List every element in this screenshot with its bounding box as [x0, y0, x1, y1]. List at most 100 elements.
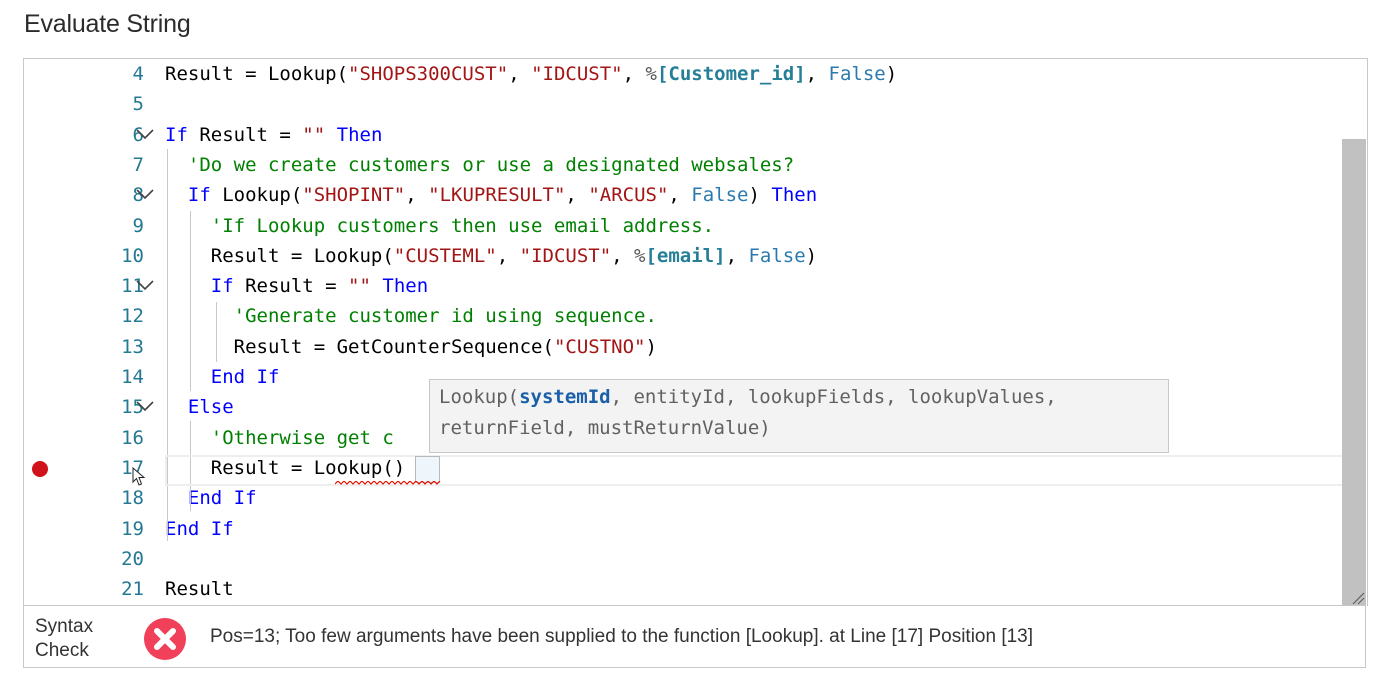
code-line[interactable]: 19 End If: [24, 514, 1367, 544]
code-text[interactable]: Result = Lookup("CUSTEML", "IDCUST", %[e…: [165, 241, 817, 271]
code-token: [Customer_id]: [656, 63, 806, 85]
code-token: Else: [187, 396, 234, 419]
code-text[interactable]: 'If Lookup customers then use email addr…: [165, 211, 714, 241]
code-line[interactable]: 18 End If: [24, 483, 1367, 513]
code-line[interactable]: 21 Result: [24, 574, 1367, 604]
code-token: Result =: [187, 123, 303, 146]
line-number[interactable]: 9: [84, 211, 144, 241]
indent-guide: [190, 211, 191, 391]
code-token: ,: [668, 184, 692, 207]
line-number[interactable]: 14: [84, 362, 144, 392]
code-token: "": [302, 123, 326, 146]
line-number[interactable]: 16: [84, 423, 144, 453]
syntax-error-message: Pos=13; Too few arguments have been supp…: [210, 626, 1034, 647]
code-line[interactable]: 10 Result = Lookup("CUSTEML", "IDCUST", …: [24, 241, 1367, 271]
code-line[interactable]: 20: [24, 544, 1367, 574]
code-token: ,: [725, 244, 749, 267]
fold-chevron-down-icon[interactable]: [135, 120, 157, 150]
code-token: %: [645, 63, 657, 85]
line-number[interactable]: 19: [84, 514, 144, 544]
code-token: Then: [336, 123, 383, 146]
code-token: "SHOPS300CUST": [348, 63, 509, 85]
line-number[interactable]: 12: [84, 301, 144, 331]
signature-params-line2: returnField, mustReturnValue): [439, 417, 771, 439]
code-token: 'Generate customer id using sequence.: [233, 305, 657, 328]
code-line[interactable]: 6 If Result = "" Then: [24, 120, 1367, 150]
code-text[interactable]: End If: [165, 362, 280, 392]
fold-chevron-down-icon[interactable]: [135, 392, 157, 422]
signature-params-line1: , entityId, lookupFields, lookupValues,: [610, 386, 1057, 408]
code-token: ,: [405, 184, 429, 207]
code-text[interactable]: 'Generate customer id using sequence.: [165, 301, 657, 331]
signature-active-param: systemId: [519, 386, 611, 408]
code-token: Result = GetCounterSequence(: [165, 335, 554, 358]
code-token: "IDCUST": [531, 63, 623, 85]
code-token: Result =: [233, 275, 349, 298]
code-token: Result = Lookup(: [165, 63, 349, 85]
code-line[interactable]: 12 'Generate customer id using sequence.: [24, 301, 1367, 331]
page-title: Evaluate String: [24, 10, 191, 38]
fold-chevron-down-icon[interactable]: [135, 271, 157, 301]
code-token: End If: [165, 517, 234, 540]
code-text[interactable]: Result: [165, 574, 234, 604]
code-text[interactable]: If Result = "" Then: [165, 271, 428, 301]
signature-function-name: Lookup(: [439, 386, 520, 408]
resize-grip-icon[interactable]: [1349, 591, 1365, 605]
code-token: If: [210, 275, 234, 298]
code-token: Result = Lookup(: [165, 244, 394, 267]
code-token: ): [885, 63, 898, 85]
code-token: ,: [805, 63, 829, 85]
code-line[interactable]: 7 'Do we create customers or use a desig…: [24, 150, 1367, 180]
line-number[interactable]: 4: [84, 59, 144, 89]
mouse-pointer-icon: [132, 467, 146, 486]
line-number[interactable]: 20: [84, 544, 144, 574]
fold-chevron-down-icon[interactable]: [135, 180, 157, 210]
code-text[interactable]: Result = GetCounterSequence("CUSTNO"): [165, 332, 657, 362]
line-number[interactable]: 10: [84, 241, 144, 271]
code-line[interactable]: 13 Result = GetCounterSequence("CUSTNO"): [24, 332, 1367, 362]
code-editor[interactable]: 4 Result = Lookup("SHOPS300CUST", "IDCUST…: [23, 58, 1368, 606]
code-token: Then: [771, 184, 818, 207]
code-text[interactable]: Else: [165, 392, 234, 422]
code-line[interactable]: 9 'If Lookup customers then use email ad…: [24, 211, 1367, 241]
code-text[interactable]: If Result = "" Then: [165, 120, 382, 150]
code-token: 'Otherwise get c: [210, 426, 394, 449]
code-text[interactable]: Result = Lookup("SHOPS300CUST", "IDCUST"…: [165, 59, 897, 89]
code-token: "": [348, 275, 371, 298]
code-text[interactable]: End If: [165, 483, 257, 513]
line-number[interactable]: 18: [84, 483, 144, 513]
line-number[interactable]: 13: [84, 332, 144, 362]
code-line[interactable]: 8 If Lookup("SHOPINT", "LKUPRESULT", "AR…: [24, 180, 1367, 210]
code-token: "CUSTEML": [393, 244, 497, 267]
code-token: Then: [382, 275, 429, 298]
code-text[interactable]: 'Do we create customers or use a designa…: [165, 150, 794, 180]
code-token: ,: [565, 184, 589, 207]
code-text[interactable]: End If: [165, 514, 234, 544]
vertical-scrollbar[interactable]: [1342, 139, 1366, 606]
line-number[interactable]: 7: [84, 150, 144, 180]
code-token: "CUSTNO": [553, 335, 646, 358]
code-text[interactable]: 'Otherwise get c: [165, 423, 394, 453]
line-number[interactable]: 5: [84, 89, 144, 119]
bracket-match-highlight: [415, 456, 440, 483]
code-token: "LKUPRESULT": [428, 184, 566, 207]
code-text[interactable]: If Lookup("SHOPINT", "LKUPRESULT", "ARCU…: [165, 180, 817, 210]
signature-help-tooltip: Lookup(systemId, entityId, lookupFields,…: [429, 379, 1169, 453]
code-line[interactable]: 4 Result = Lookup("SHOPS300CUST", "IDCUST…: [24, 59, 1367, 89]
code-token: %: [634, 244, 646, 267]
code-token: False: [828, 63, 886, 85]
line-number[interactable]: 21: [84, 574, 144, 604]
code-line[interactable]: 5: [24, 89, 1367, 119]
code-line[interactable]: 11 If Result = "" Then: [24, 271, 1367, 301]
breakpoint-marker[interactable]: [32, 461, 48, 477]
code-token: End If: [210, 366, 280, 388]
